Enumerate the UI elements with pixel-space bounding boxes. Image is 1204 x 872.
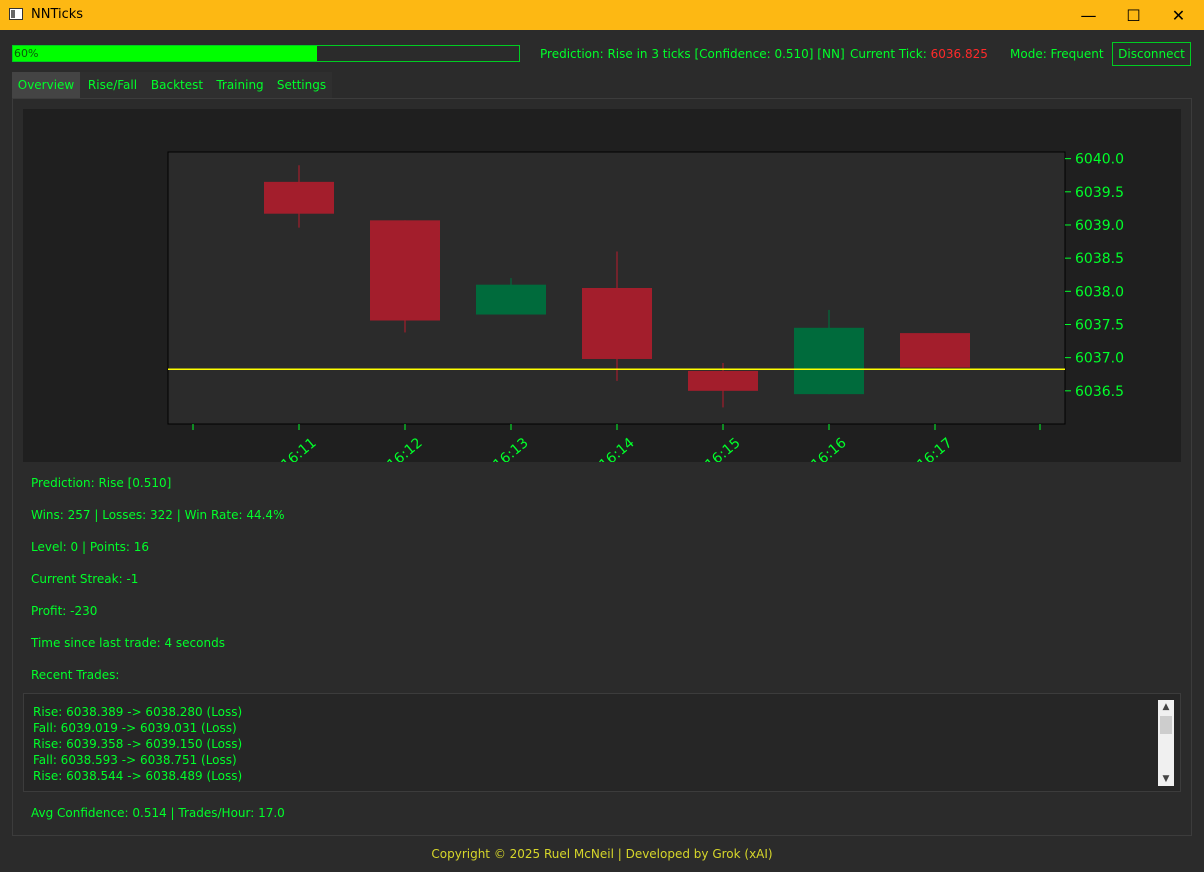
avg-confidence-text: Avg Confidence: 0.514 | Trades/Hour: 17.… [31,806,285,820]
y-tick-label: 6037.5 [1075,317,1124,333]
mode-label: Mode: Frequent [1010,47,1104,61]
y-tick-label: 6039.0 [1075,218,1124,234]
list-item: Rise: 6039.358 -> 6039.150 (Loss) [33,737,243,751]
candle-body [476,284,546,315]
title-bar: NNTicks — ☐ ✕ [0,0,1204,30]
recent-trades-label: Recent Trades: [31,668,120,682]
x-tick-label: 16:16 [808,435,849,462]
x-tick-label: 16:15 [702,435,743,462]
close-button[interactable]: ✕ [1156,0,1201,30]
y-tick-label: 6036.5 [1075,384,1124,400]
progress-bar: 60% [12,45,520,62]
tab-backtest[interactable]: Backtest [145,72,209,98]
scroll-down-icon[interactable]: ▼ [1158,772,1174,786]
list-item: Rise: 6038.544 -> 6038.489 (Loss) [33,769,243,783]
maximize-button[interactable]: ☐ [1111,0,1156,30]
tab-rise-fall[interactable]: Rise/Fall [80,72,145,98]
tab-training[interactable]: Training [209,72,271,98]
list-item: Rise: 6038.389 -> 6038.280 (Loss) [33,705,243,719]
progress-fill [13,46,317,61]
x-tick-label: 16:13 [490,435,531,462]
chart-svg: 6036.5 6037.0 6037.5 6038.0 6038.5 6039.0 6039… [167,151,1124,462]
scroll-thumb[interactable] [1160,716,1172,734]
candle-body [582,288,652,359]
current-tick-label: Current Tick: [850,47,927,61]
y-tick-label: 6040.0 [1075,152,1124,168]
list-item: Fall: 6039.019 -> 6039.031 (Loss) [33,721,237,735]
scroll-up-icon[interactable]: ▲ [1158,700,1174,714]
list-item: Fall: 6038.593 -> 6038.751 (Loss) [33,753,237,767]
current-tick: Current Tick: 6036.825 [850,47,988,61]
candle-body [264,181,334,214]
level-points-text: Level: 0 | Points: 16 [31,540,150,554]
disconnect-button[interactable]: Disconnect [1112,42,1191,66]
x-tick-label: 16:12 [384,435,425,462]
app-icon [9,8,23,20]
x-tick-label: 16:17 [914,435,955,462]
profit-text: Profit: -230 [31,604,98,618]
window-title: NNTicks [31,7,84,22]
streak-text: Current Streak: -1 [31,572,139,586]
wins-losses-text: Wins: 257 | Losses: 322 | Win Rate: 44.4… [31,508,285,522]
x-tick-label: 16:11 [278,435,319,462]
time-since-text: Time since last trade: 4 seconds [31,636,225,650]
candle-body [688,370,758,391]
candlestick-chart: 6036.5 6037.0 6037.5 6038.0 6038.5 6039.0 6039… [23,109,1181,462]
x-tick-label: 16:14 [596,435,637,462]
current-tick-value: 6036.825 [930,47,988,61]
candle-body [900,333,970,368]
tab-overview[interactable]: Overview [12,72,80,98]
prediction-text: Prediction: Rise [0.510] [31,476,172,490]
y-tick-label: 6037.0 [1075,351,1124,367]
y-tick-label: 6038.5 [1075,251,1124,267]
y-tick-label: 6039.5 [1075,185,1124,201]
recent-trades-list[interactable]: Rise: 6038.389 -> 6038.280 (Loss) Fall: … [23,693,1181,792]
tab-settings[interactable]: Settings [271,72,332,98]
progress-text: 60% [14,47,39,60]
minimize-button[interactable]: — [1066,0,1111,30]
footer-copyright: Copyright © 2025 Ruel McNeil | Developed… [431,847,773,861]
candle-body [370,220,440,321]
prediction-summary: Prediction: Rise in 3 ticks [Confidence:… [540,47,845,61]
y-tick-label: 6038.0 [1075,284,1124,300]
scrollbar[interactable]: ▲ ▼ [1158,700,1174,786]
candle-body [794,327,864,395]
status-bar: 60% Prediction: Rise in 3 ticks [Confide… [0,31,1204,71]
